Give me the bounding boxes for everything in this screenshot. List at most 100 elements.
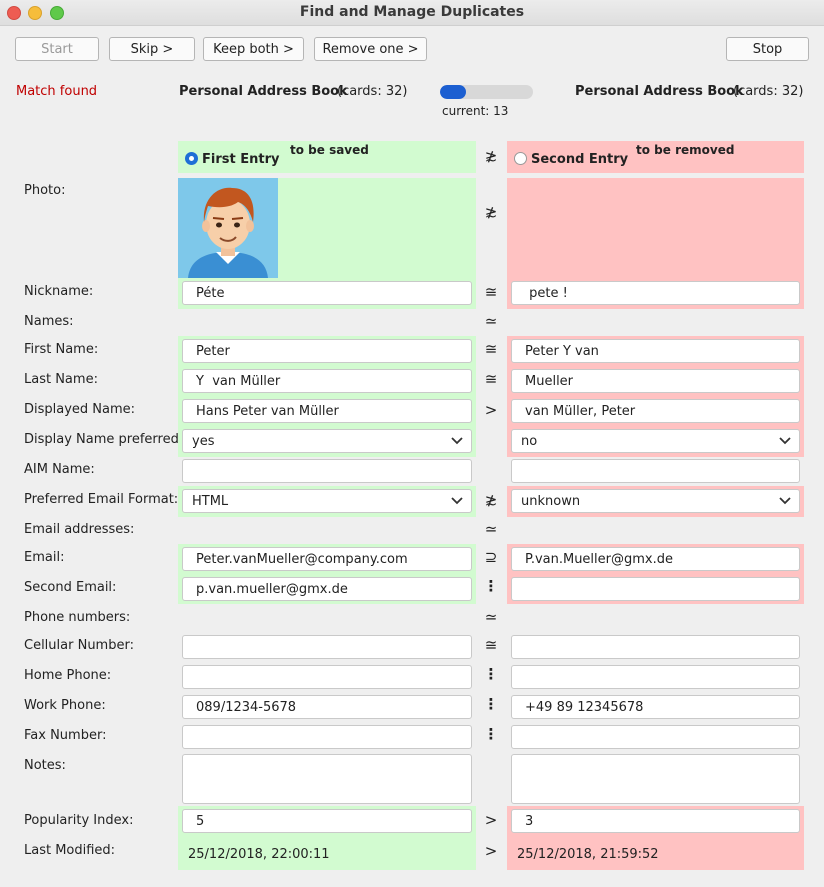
left-displayed-name-field[interactable]: Hans Peter van Müller [182, 399, 472, 423]
radio-unselected-icon[interactable] [514, 152, 527, 165]
relation-email-addresses: ≃ [484, 520, 498, 538]
label-email: Email: [24, 550, 65, 565]
relation-first-name: ≅ [484, 340, 498, 358]
avatar [178, 178, 278, 278]
label-preferred-email-format: Preferred Email Format: [24, 492, 179, 507]
left-first-name-field[interactable]: Peter [182, 339, 472, 363]
right-home-phone-field[interactable] [511, 665, 800, 689]
label-notes: Notes: [24, 758, 66, 773]
right-book-name: Personal Address Book [575, 84, 744, 99]
label-nickname: Nickname: [24, 284, 94, 299]
right-last-name-field[interactable]: Mueller [511, 369, 800, 393]
relation-nickname: ≅ [484, 283, 498, 301]
relation-last-name: ≅ [484, 370, 498, 388]
label-names: Names: [24, 314, 74, 329]
relation-last-modified: > [484, 842, 498, 860]
label-last-name: Last Name: [24, 372, 98, 387]
relation-photo: ≵ [484, 203, 498, 221]
left-notes-field[interactable] [182, 754, 472, 804]
label-email-addresses: Email addresses: [24, 522, 135, 537]
label-displayed-name: Displayed Name: [24, 402, 136, 417]
label-photo: Photo: [24, 183, 66, 198]
relation-email: ⊇ [484, 548, 498, 566]
first-entry-header: First Entry to be saved [178, 141, 476, 173]
relation-phone-numbers: ≃ [484, 608, 498, 626]
skip-button[interactable]: Skip > [109, 37, 195, 61]
right-book-count: (cards: 32) [733, 84, 804, 99]
label-phone-numbers: Phone numbers: [24, 610, 131, 625]
radio-selected-icon[interactable] [185, 152, 198, 165]
left-work-phone-field[interactable]: 089/1234-5678 [182, 695, 472, 719]
progress-fill [440, 85, 467, 99]
chevron-down-icon [451, 497, 463, 505]
label-home-phone: Home Phone: [24, 668, 112, 683]
label-work-phone: Work Phone: [24, 698, 106, 713]
right-email-format-select[interactable]: unknown [511, 489, 800, 513]
first-entry-radio[interactable]: First Entry [185, 152, 279, 167]
label-first-name: First Name: [24, 342, 99, 357]
left-last-modified-value: 25/12/2018, 22:00:11 [188, 847, 330, 862]
relation-cellular-number: ≅ [484, 636, 498, 654]
right-display-name-preferred-select[interactable]: no [511, 429, 800, 453]
stop-button[interactable]: Stop [726, 37, 809, 61]
relation-popularity-index: > [484, 811, 498, 829]
right-work-phone-field[interactable]: +49 89 12345678 [511, 695, 800, 719]
chevron-down-icon [779, 437, 791, 445]
left-book-name: Personal Address Book [179, 84, 348, 99]
right-second-email-field[interactable] [511, 577, 800, 601]
right-cellular-field[interactable] [511, 635, 800, 659]
second-entry-header: Second Entry to be removed [507, 141, 804, 173]
right-fax-field[interactable] [511, 725, 800, 749]
left-display-pref-value: yes [192, 433, 215, 449]
label-second-email: Second Email: [24, 580, 117, 595]
label-aim-name: AIM Name: [24, 462, 95, 477]
right-photo-cell [507, 178, 804, 278]
progress-label: current: 13 [442, 104, 509, 118]
label-display-name-preferred: Display Name preferred: [24, 432, 184, 447]
right-notes-field[interactable] [511, 754, 800, 804]
label-fax-number: Fax Number: [24, 728, 107, 743]
chevron-down-icon [451, 437, 463, 445]
relation-displayed-name: > [484, 401, 498, 419]
label-popularity-index: Popularity Index: [24, 813, 134, 828]
left-photo-cell [178, 178, 476, 278]
label-cellular-number: Cellular Number: [24, 638, 134, 653]
left-email-field[interactable]: Peter.vanMueller@company.com [182, 547, 472, 571]
remove-one-button[interactable]: Remove one > [314, 37, 427, 61]
start-button[interactable]: Start [15, 37, 99, 61]
left-cellular-field[interactable] [182, 635, 472, 659]
right-aim-name-field[interactable] [511, 459, 800, 483]
window-title: Find and Manage Duplicates [299, 4, 525, 20]
to-be-saved-label: to be saved [290, 143, 369, 157]
left-display-name-preferred-select[interactable]: yes [182, 429, 472, 453]
chevron-down-icon [779, 497, 791, 505]
left-second-email-field[interactable]: p.van.mueller@gmx.de [182, 577, 472, 601]
second-entry-radio[interactable]: Second Entry [514, 152, 628, 167]
relation-preferred-email-format: ≵ [484, 491, 498, 509]
right-displayed-name-field[interactable]: van Müller, Peter [511, 399, 800, 423]
to-be-removed-label: to be removed [636, 143, 735, 157]
right-email-format-value: unknown [521, 493, 581, 509]
left-last-name-field[interactable]: Y van Müller [182, 369, 472, 393]
right-nickname-field[interactable]: pete ! [511, 281, 800, 305]
relation-names: ≃ [484, 312, 498, 330]
right-popularity-field[interactable]: 3 [511, 809, 800, 833]
left-fax-field[interactable] [182, 725, 472, 749]
match-status: Match found [16, 84, 98, 99]
left-email-format-value: HTML [192, 493, 229, 509]
label-last-modified: Last Modified: [24, 843, 116, 858]
left-email-format-select[interactable]: HTML [182, 489, 472, 513]
right-email-field[interactable]: P.van.Mueller@gmx.de [511, 547, 800, 571]
relation-second-email: ⋮ [483, 577, 499, 595]
left-aim-name-field[interactable] [182, 459, 472, 483]
left-popularity-field[interactable]: 5 [182, 809, 472, 833]
right-last-modified-value: 25/12/2018, 21:59:52 [517, 847, 659, 862]
left-book-count: (cards: 32) [337, 84, 408, 99]
left-nickname-field[interactable]: Péte [182, 281, 472, 305]
relation-work-phone: ⋮ [483, 695, 499, 713]
left-home-phone-field[interactable] [182, 665, 472, 689]
relation-fax-number: ⋮ [483, 725, 499, 743]
keep-both-button[interactable]: Keep both > [203, 37, 304, 61]
right-first-name-field[interactable]: Peter Y van [511, 339, 800, 363]
right-display-pref-value: no [521, 433, 538, 449]
